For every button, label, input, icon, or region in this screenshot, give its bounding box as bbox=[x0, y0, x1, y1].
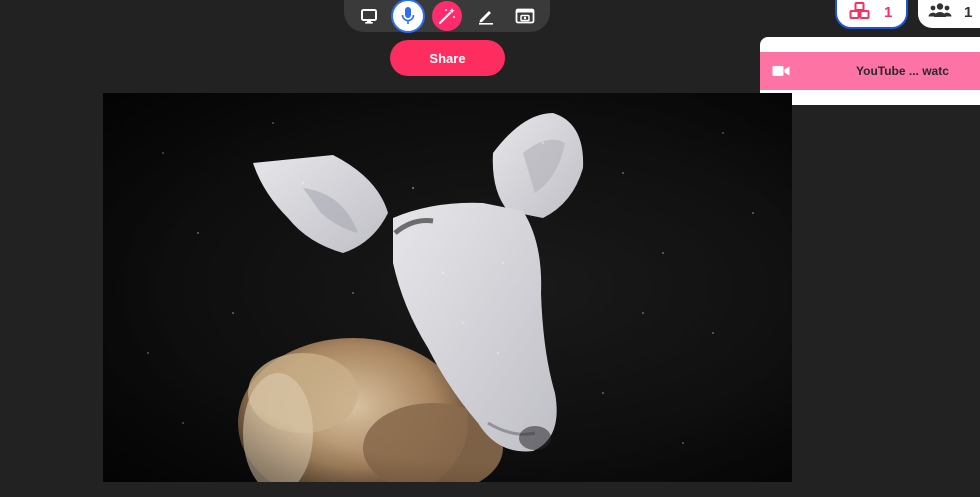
cubes-icon bbox=[849, 1, 871, 24]
boxes-count: 1 bbox=[884, 4, 893, 21]
camera-window-icon bbox=[515, 8, 535, 24]
video-content bbox=[103, 93, 792, 482]
share-button[interactable]: Share bbox=[390, 40, 505, 76]
video-frame[interactable] bbox=[103, 93, 792, 482]
screen-icon bbox=[360, 8, 378, 24]
screen-button[interactable] bbox=[354, 1, 384, 31]
video-camera-icon bbox=[772, 64, 790, 78]
users-icon bbox=[928, 2, 952, 22]
boxes-counter-button[interactable]: 1 bbox=[835, 0, 908, 29]
draw-button[interactable] bbox=[471, 1, 501, 31]
magic-wand-icon bbox=[437, 6, 457, 26]
pen-icon bbox=[477, 7, 495, 25]
media-card: YouTube ... watc bbox=[760, 37, 980, 105]
room-stage: Share 1 1 YouTube ... watc bbox=[0, 0, 980, 497]
participants-button[interactable]: 1 bbox=[918, 0, 980, 28]
media-item-youtube[interactable]: YouTube ... watc bbox=[760, 52, 980, 90]
participants-count: 1 bbox=[964, 3, 973, 21]
top-toolbar bbox=[344, 0, 550, 32]
microphone-icon bbox=[400, 6, 416, 26]
microphone-button[interactable] bbox=[393, 1, 424, 31]
media-item-title: YouTube ... watc bbox=[856, 64, 949, 78]
effects-button[interactable] bbox=[431, 1, 462, 31]
camera-window-button[interactable] bbox=[510, 1, 540, 31]
